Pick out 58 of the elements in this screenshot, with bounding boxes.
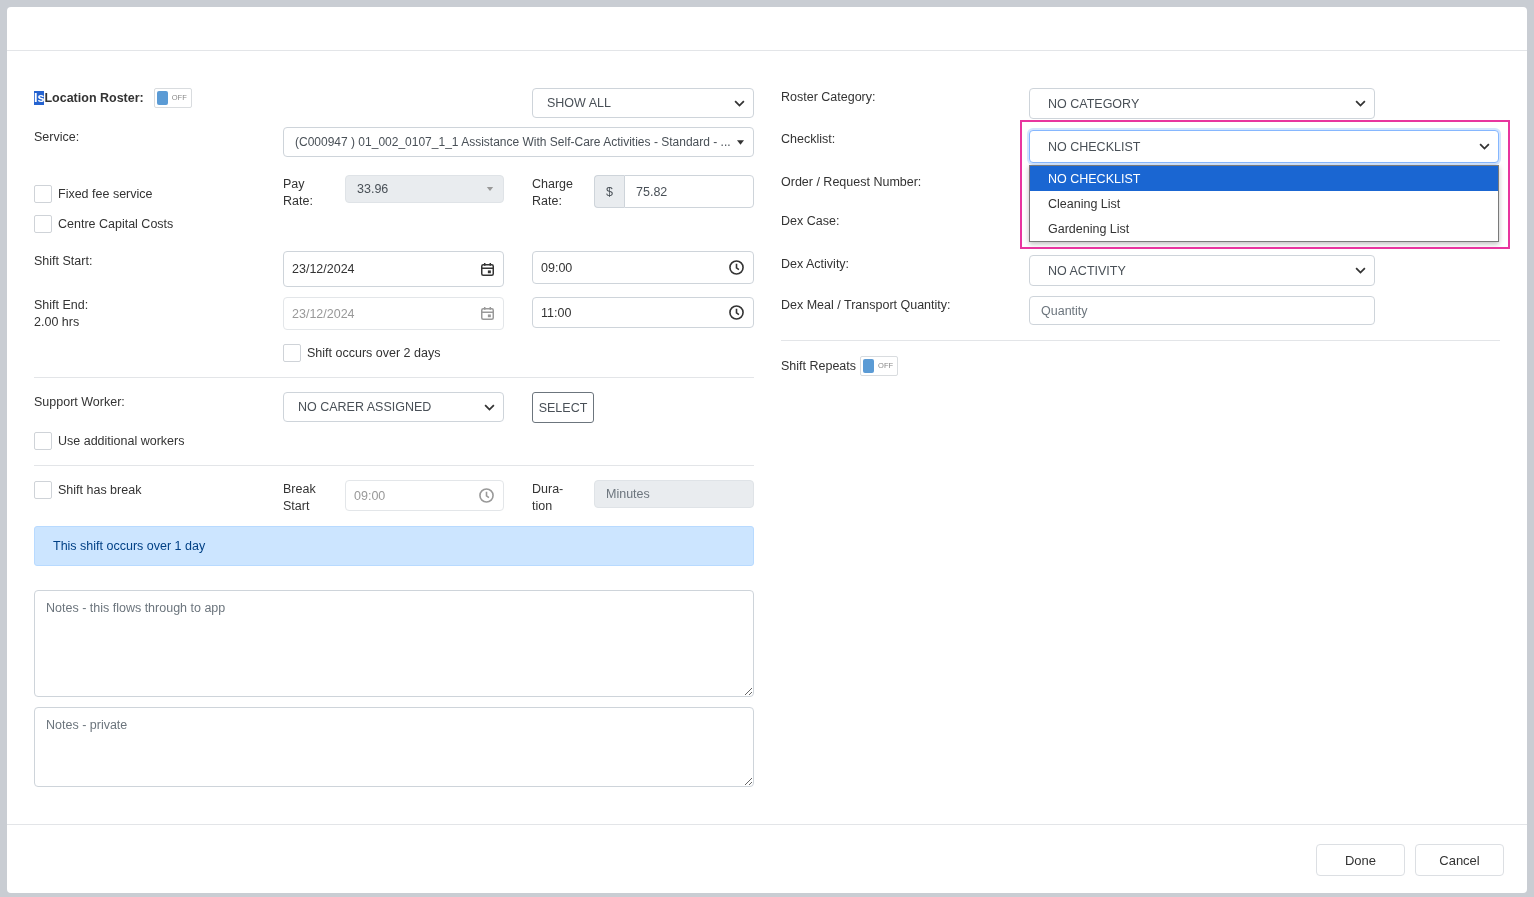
- charge-rate-field[interactable]: 75.82: [624, 175, 754, 208]
- dropdown-option[interactable]: NO CHECKLIST: [1030, 166, 1498, 191]
- checkbox-label: Shift occurs over 2 days: [307, 345, 441, 361]
- chevron-down-icon: [1355, 267, 1366, 274]
- checklist-select[interactable]: NO CHECKLIST: [1029, 130, 1499, 163]
- quantity-field[interactable]: Quantity: [1029, 296, 1375, 325]
- field-label: Shift Repeats: [781, 358, 857, 374]
- checkbox[interactable]: [34, 215, 52, 233]
- checkbox-label: Fixed fee service: [58, 186, 153, 202]
- chevron-down-icon: [734, 99, 745, 107]
- notes-field[interactable]: Notes - this flows through to app: [34, 590, 754, 697]
- field-label: Pay Rate:: [283, 176, 314, 210]
- time-field[interactable]: 11:00: [532, 297, 754, 328]
- notes-field[interactable]: Notes - private: [34, 707, 754, 787]
- chevron-down-icon: [1355, 100, 1366, 107]
- service-select[interactable]: (C000947 ) 01_002_0107_1_1 Assistance With Self-Care Activities - Standard - ...: [283, 127, 754, 157]
- field-label: Charge Rate:: [532, 176, 574, 210]
- checkbox-label: Centre Capital Costs: [58, 216, 174, 232]
- select-button[interactable]: SELECT: [532, 392, 594, 423]
- calendar-icon[interactable]: [481, 262, 494, 276]
- field-label: Shift Start:: [34, 253, 93, 268]
- activity-select[interactable]: NO ACTIVITY: [1029, 255, 1375, 286]
- field-label: Roster Category:: [781, 89, 877, 105]
- field-label: Break Start: [283, 481, 317, 515]
- field-label: Shift End:: [34, 297, 89, 314]
- chevron-down-icon: [1479, 143, 1490, 150]
- filter-select[interactable]: SHOW ALL: [532, 88, 754, 118]
- field-label: Order / Request Number:: [781, 174, 923, 190]
- worker-select[interactable]: NO CARER ASSIGNED: [283, 392, 504, 422]
- field-label: IsLocation Roster:: [34, 90, 144, 106]
- field-label: Checklist:: [781, 131, 837, 147]
- duration-text: 2.00 hrs: [34, 314, 80, 331]
- checkbox[interactable]: [34, 481, 52, 499]
- category-select[interactable]: NO CATEGORY: [1029, 88, 1375, 119]
- field-label: Support Worker:: [34, 394, 125, 409]
- dropdown-option[interactable]: Gardening List: [1030, 216, 1498, 241]
- checkbox[interactable]: [283, 344, 301, 362]
- done-button[interactable]: Done: [1316, 844, 1405, 876]
- field-label: Service:: [34, 129, 80, 144]
- checkbox[interactable]: [34, 432, 52, 450]
- cancel-button[interactable]: Cancel: [1415, 844, 1504, 876]
- date-field[interactable]: 23/12/2024: [283, 251, 504, 287]
- field-label: Dex Activity:: [781, 256, 851, 272]
- clock-icon[interactable]: [729, 305, 744, 320]
- chevron-down-icon: [484, 403, 495, 411]
- info-alert: This shift occurs over 1 day: [34, 526, 754, 566]
- clock-icon[interactable]: [729, 260, 744, 275]
- field-label: Dex Case:: [781, 213, 841, 229]
- caret-down-icon: [486, 187, 494, 191]
- caret-down-icon: [737, 139, 744, 145]
- checkbox-label: Use additional workers: [58, 433, 185, 449]
- field-label: Dura-tion: [532, 481, 565, 515]
- checkbox-label: Shift has break: [58, 482, 142, 498]
- checkbox[interactable]: [34, 185, 52, 203]
- dropdown-option[interactable]: Cleaning List: [1030, 191, 1498, 216]
- time-field[interactable]: 09:00: [532, 251, 754, 284]
- field-label: Dex Meal / Transport Quantity:: [781, 297, 952, 313]
- currency-prefix: $: [594, 175, 624, 208]
